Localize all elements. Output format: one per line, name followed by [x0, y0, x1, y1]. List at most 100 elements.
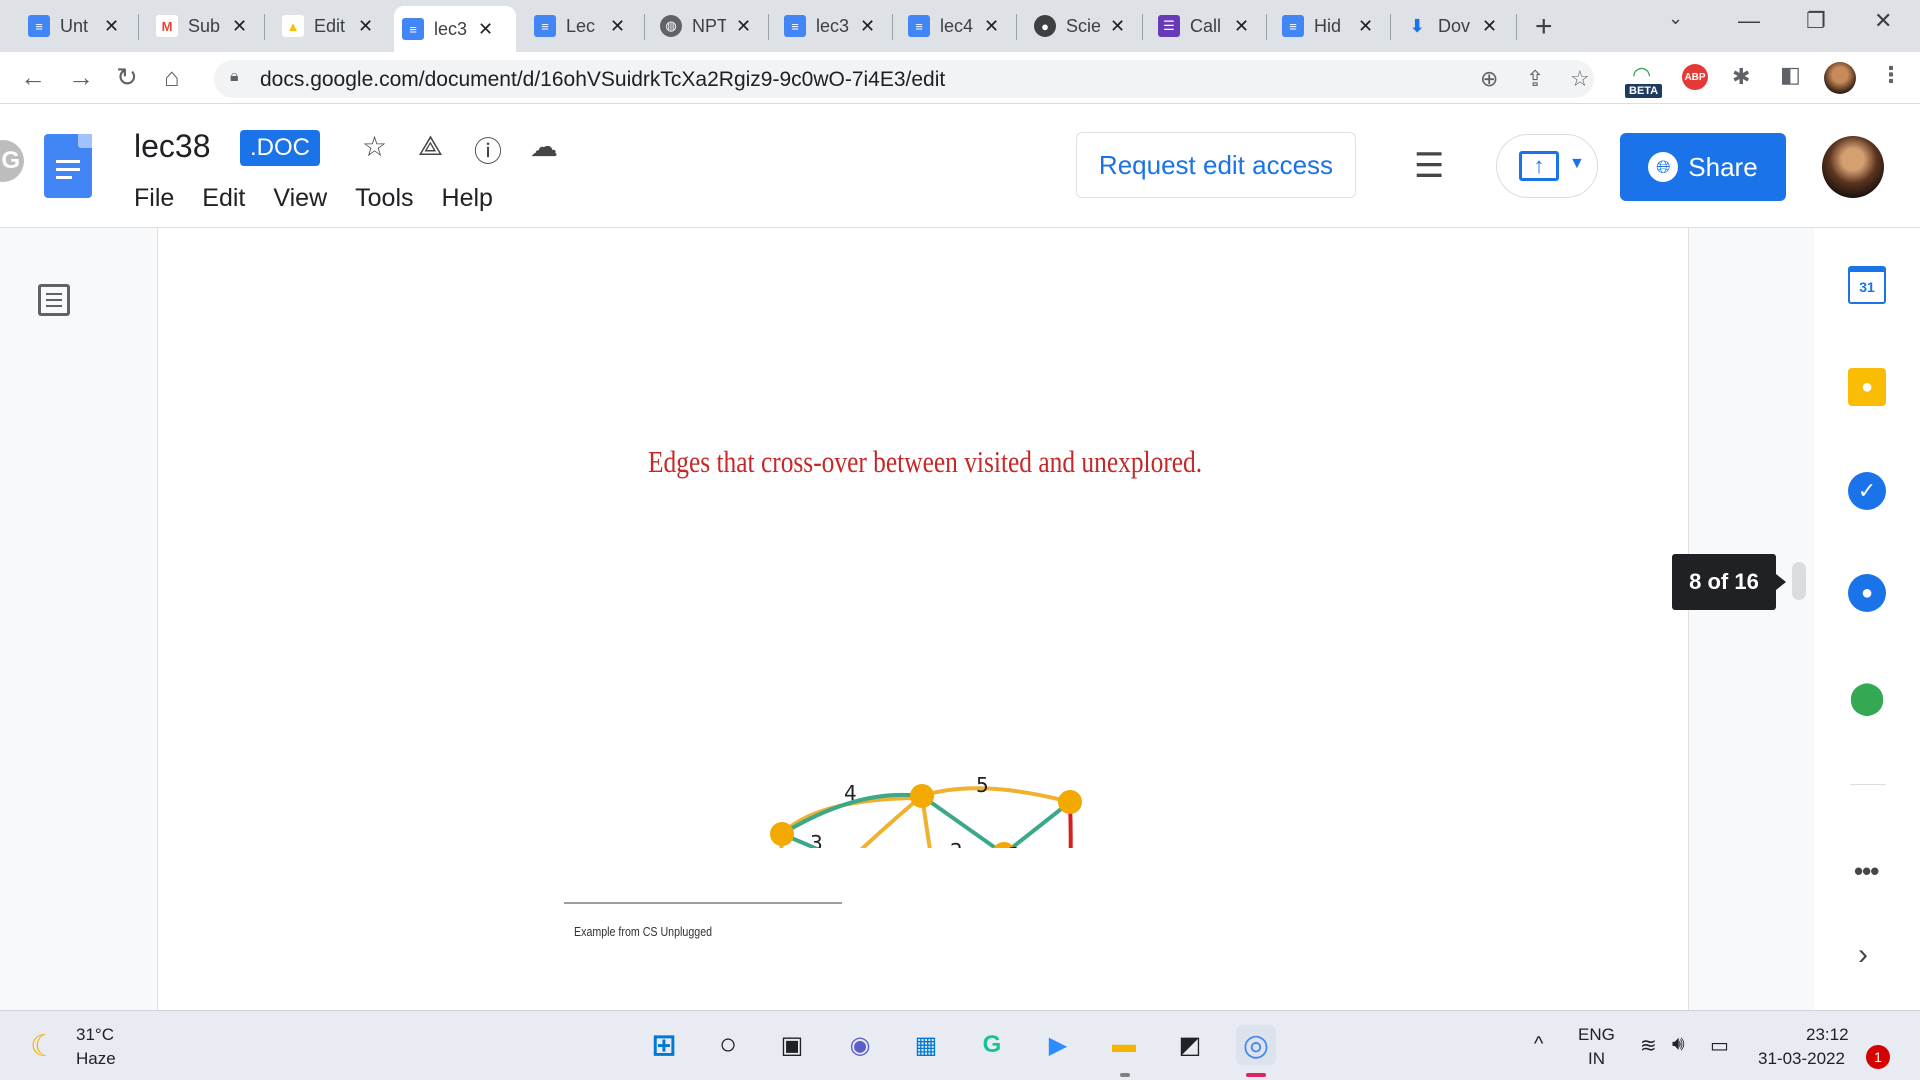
close-icon[interactable]: ✕ [104, 16, 119, 37]
star-icon[interactable]: ☆ [362, 130, 387, 163]
windows-start-icon[interactable]: ⊞ [644, 1025, 684, 1065]
browser-tab[interactable]: M Sub ✕ [148, 8, 255, 44]
store-icon[interactable]: ▦ [906, 1025, 946, 1065]
menu-file[interactable]: File [134, 184, 174, 213]
active-app-indicator [1246, 1073, 1266, 1077]
kebab-menu-icon[interactable]: ⋮ [1880, 62, 1902, 88]
battery-icon[interactable]: ▭ [1710, 1033, 1729, 1058]
side-panel-icon[interactable]: ◧ [1780, 62, 1801, 88]
close-icon[interactable]: ✕ [358, 16, 373, 37]
profile-avatar-small[interactable] [1824, 62, 1856, 94]
close-icon[interactable]: ✕ [1358, 16, 1373, 37]
browser-tab[interactable]: ⬇ Dov ✕ [1398, 8, 1505, 44]
expand-panel-icon[interactable]: › [1858, 938, 1868, 972]
browser-tab[interactable]: ≡ Unt ✕ [20, 8, 127, 44]
share-page-icon[interactable]: ⇪ [1526, 66, 1544, 92]
zoom-icon[interactable]: ⊕ [1480, 66, 1498, 92]
document-page[interactable]: Edges that cross-over between visited an… [157, 228, 1689, 1010]
show-hidden-icons-icon[interactable]: ^ [1534, 1033, 1543, 1056]
volume-icon[interactable]: 🔊︎ [1672, 1033, 1685, 1056]
wifi-icon[interactable]: ≋ [1640, 1033, 1657, 1058]
chrome-icon[interactable]: ◎ [1236, 1025, 1276, 1065]
document-title[interactable]: lec38 [134, 128, 211, 165]
browser-tab[interactable]: ☰ Call ✕ [1150, 8, 1257, 44]
browser-tab[interactable]: ▲ Edit ✕ [274, 8, 381, 44]
close-icon[interactable]: ✕ [1482, 16, 1497, 37]
close-icon[interactable]: ✕ [1110, 16, 1125, 37]
close-icon[interactable]: ✕ [610, 16, 625, 37]
keep-icon[interactable]: ● [1848, 368, 1886, 406]
adblock-icon[interactable]: ABP [1682, 64, 1708, 90]
task-view-icon[interactable]: ▣ [772, 1025, 812, 1065]
sticky-notes-icon[interactable]: ◩ [1170, 1025, 1210, 1065]
teams-chat-icon[interactable]: ◉ [840, 1025, 880, 1065]
request-edit-access-button[interactable]: Request edit access [1076, 132, 1356, 198]
browser-tab[interactable]: ≡ lec3 ✕ [776, 8, 883, 44]
present-button[interactable]: ↑ ▼ [1496, 134, 1598, 198]
zoom-app-icon[interactable]: ▶ [1038, 1025, 1078, 1065]
url-text[interactable]: docs.google.com/document/d/16ohVSuidrkTc… [260, 68, 945, 92]
close-icon[interactable]: ✕ [984, 16, 999, 37]
browser-tab-active[interactable]: ≡ lec3 ✕ [394, 6, 516, 52]
move-to-drive-icon[interactable]: ⟁ [418, 130, 443, 163]
menu-help[interactable]: Help [442, 184, 493, 213]
file-explorer-icon[interactable]: ▬ [1104, 1025, 1144, 1065]
bookmark-star-icon[interactable]: ☆ [1570, 66, 1590, 92]
grammarly-app-icon[interactable]: G [972, 1025, 1012, 1065]
browser-tab[interactable]: ≡ Lec ✕ [526, 8, 633, 44]
menu-tools[interactable]: Tools [355, 184, 413, 213]
document-canvas[interactable]: Edges that cross-over between visited an… [0, 228, 1814, 1010]
language-indicator[interactable]: ENG [1578, 1025, 1615, 1045]
reload-icon[interactable]: ↻ [116, 62, 138, 93]
cloud-status-icon[interactable]: ☁ [530, 130, 558, 163]
scrollbar-thumb[interactable] [1792, 562, 1806, 600]
weather-description[interactable]: Haze [76, 1049, 116, 1069]
puzzle-icon[interactable]: ✱ [1732, 64, 1750, 90]
tasks-icon[interactable]: ✓ [1848, 472, 1886, 510]
tab-search-icon[interactable]: ⌄ [1668, 8, 1683, 29]
grammarly-icon[interactable]: G [0, 140, 24, 182]
menu-edit[interactable]: Edit [202, 184, 245, 213]
docs-icon: ≡ [534, 15, 556, 37]
region-indicator[interactable]: IN [1588, 1049, 1605, 1069]
home-icon[interactable]: ⌂ [164, 62, 180, 93]
side-panel: 31 ● ✓ ● ⬤ ••• › [1814, 228, 1920, 1010]
close-icon[interactable]: ✕ [736, 16, 751, 37]
browser-tab[interactable]: ≡ Hid ✕ [1274, 8, 1381, 44]
account-avatar[interactable] [1822, 136, 1884, 198]
close-window-icon[interactable]: ✕ [1874, 8, 1892, 34]
info-icon[interactable]: ⓘ [474, 130, 502, 170]
notification-badge[interactable]: 1 [1866, 1045, 1890, 1069]
address-bar[interactable]: 🔒︎ docs.google.com/document/d/16ohVSuidr… [214, 60, 1594, 98]
search-icon[interactable]: ○ [708, 1025, 748, 1065]
close-icon[interactable]: ✕ [232, 16, 247, 37]
maps-icon[interactable]: ⬤ [1848, 678, 1886, 716]
share-button[interactable]: 🌐︎ Share [1620, 133, 1786, 201]
extension-beta-badge: BETA [1625, 84, 1663, 98]
contacts-icon[interactable]: ● [1848, 574, 1886, 612]
menu-view[interactable]: View [273, 184, 327, 213]
minimize-icon[interactable]: — [1738, 8, 1760, 34]
tab-label: lec3 [434, 18, 468, 39]
chevron-down-icon[interactable]: ▼ [1569, 155, 1585, 173]
comment-history-icon[interactable]: ☰ [1414, 146, 1444, 186]
calendar-icon[interactable]: 31 [1848, 266, 1886, 304]
forward-icon[interactable]: → [68, 62, 94, 93]
browser-tab[interactable]: ● Scie ✕ [1026, 8, 1133, 44]
more-addons-icon[interactable]: ••• [1854, 856, 1879, 887]
weather-temperature[interactable]: 31°C [76, 1025, 114, 1045]
weather-moon-icon[interactable]: ☾ [30, 1029, 57, 1064]
clock-time[interactable]: 23:12 [1806, 1025, 1849, 1045]
restore-icon[interactable]: ❐ [1806, 8, 1826, 34]
new-tab-button[interactable]: + [1535, 10, 1553, 44]
close-icon[interactable]: ✕ [1234, 16, 1249, 37]
close-icon[interactable]: ✕ [478, 19, 493, 40]
back-icon[interactable]: ← [20, 62, 46, 93]
document-outline-icon[interactable] [38, 284, 70, 316]
close-icon[interactable]: ✕ [860, 16, 875, 37]
browser-tab[interactable]: ◍ NPT ✕ [652, 8, 759, 44]
clock-date[interactable]: 31-03-2022 [1758, 1049, 1845, 1069]
browser-tab[interactable]: ≡ lec4 ✕ [900, 8, 1007, 44]
docs-logo-icon[interactable] [44, 134, 92, 198]
lock-icon[interactable]: 🔒︎ [230, 68, 239, 86]
